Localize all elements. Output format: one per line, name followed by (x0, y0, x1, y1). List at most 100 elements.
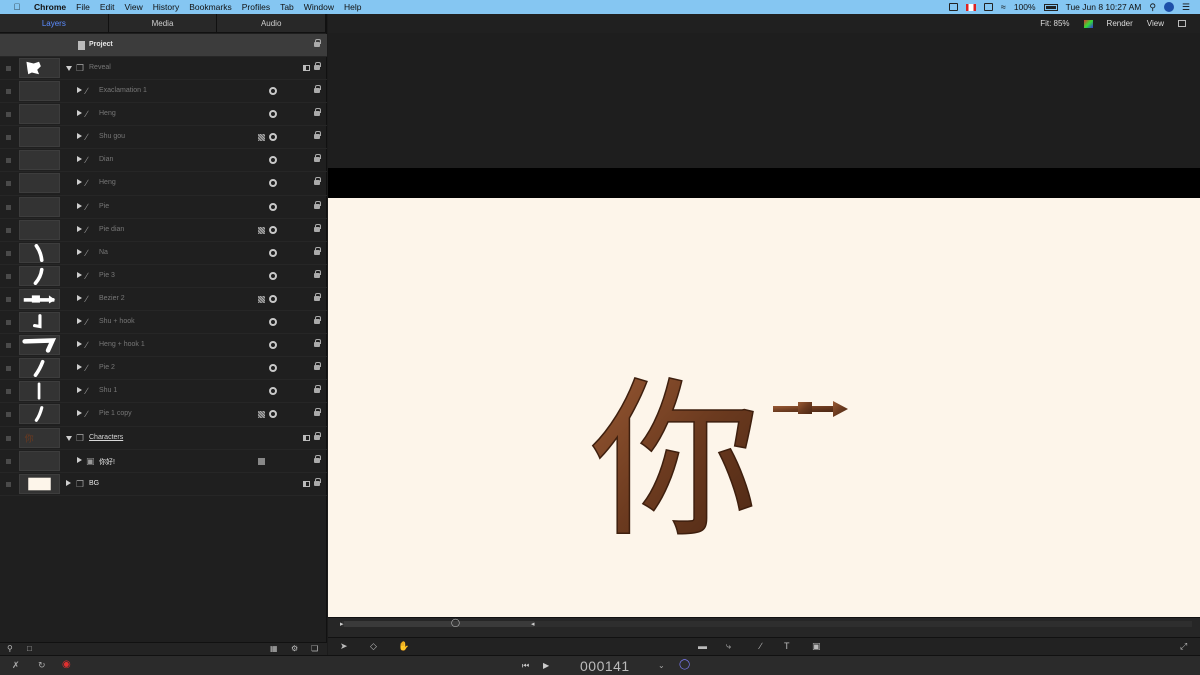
input-source-icon[interactable] (965, 3, 976, 11)
clock[interactable]: Tue Jun 8 10:27 AM (1066, 2, 1142, 12)
lock-icon[interactable] (314, 362, 321, 371)
disclosure-triangle-icon[interactable] (77, 110, 82, 117)
visibility-checkbox[interactable] (6, 66, 11, 71)
layer-row[interactable]: ∕ Pie dian (0, 219, 327, 242)
mask-icon[interactable] (258, 134, 265, 142)
disclosure-triangle-icon[interactable] (77, 387, 82, 394)
visibility-checkbox[interactable] (6, 250, 11, 256)
menu-tab[interactable]: Tab (280, 2, 294, 12)
apple-icon[interactable]:  (10, 2, 24, 12)
channels-icon[interactable] (1083, 19, 1093, 28)
tab-layers[interactable]: Layers (0, 14, 109, 32)
layer-row[interactable]: ∕ Shu + hook (0, 311, 327, 335)
select-tool-icon[interactable]: ➤ (340, 641, 348, 652)
layer-row-characters[interactable]: 你 ❐ Characters (0, 427, 327, 450)
layer-row[interactable]: ∕ Pie 1 copy (0, 403, 327, 427)
lock-icon[interactable] (314, 85, 321, 94)
menu-profiles[interactable]: Profiles (242, 2, 270, 12)
view-menu[interactable]: View (1147, 19, 1164, 28)
visibility-checkbox[interactable] (6, 481, 11, 487)
gear-icon[interactable] (269, 341, 277, 350)
visibility-checkbox[interactable] (6, 204, 11, 210)
layer-row[interactable]: ∕ Exaclamation 1 (0, 80, 327, 104)
transform-tool-icon[interactable]: ◇ (370, 641, 377, 652)
record-icon[interactable]: ◉ (62, 659, 71, 670)
visibility-checkbox[interactable] (6, 343, 11, 349)
disclosure-triangle-icon[interactable] (77, 341, 82, 348)
layers-stack-icon[interactable]: ❏ (311, 644, 318, 653)
visibility-checkbox[interactable] (6, 320, 11, 326)
battery-icon[interactable] (1043, 3, 1058, 11)
lock-icon[interactable] (314, 316, 321, 325)
lock-icon[interactable] (314, 39, 321, 47)
canvas[interactable]: 你 (328, 198, 1200, 617)
disclosure-triangle-icon[interactable] (77, 456, 82, 463)
disclosure-triangle-icon[interactable] (77, 225, 82, 232)
mask-icon[interactable] (258, 295, 265, 303)
lock-icon[interactable] (314, 339, 321, 348)
wifi-icon[interactable]: ≈ (1001, 2, 1006, 12)
layer-row[interactable]: ∕ Pie (0, 196, 327, 219)
menu-help[interactable]: Help (344, 2, 361, 12)
fit-zoom-menu[interactable]: Fit: 85% (1040, 19, 1069, 28)
screen-icon[interactable] (948, 3, 958, 11)
disclosure-triangle-icon[interactable] (77, 133, 82, 140)
mask-icon[interactable] (258, 411, 265, 419)
disclosure-triangle-icon[interactable] (66, 479, 71, 486)
menu-history[interactable]: History (153, 2, 179, 12)
fullscreen-icon[interactable]: ⤢ (1180, 641, 1187, 652)
tab-audio[interactable]: Audio (217, 14, 327, 32)
disclosure-triangle-icon[interactable] (77, 294, 82, 301)
layer-row[interactable]: ∕ Shu 1 (0, 380, 327, 404)
lock-icon[interactable] (314, 408, 321, 417)
gear-icon[interactable] (269, 202, 277, 211)
go-to-start-icon[interactable]: ⏮ (522, 661, 529, 671)
visibility-checkbox[interactable] (6, 366, 11, 372)
lock-icon[interactable] (314, 200, 321, 209)
play-range[interactable] (344, 621, 534, 627)
gear-icon[interactable]: ⚙ (291, 644, 298, 653)
menu-edit[interactable]: Edit (100, 2, 115, 12)
menu-file[interactable]: File (76, 2, 90, 12)
layer-row-reveal[interactable]: ❐ Reveal (0, 57, 327, 81)
layout-icon[interactable] (1178, 20, 1186, 27)
disclosure-triangle-icon[interactable] (77, 248, 82, 255)
gear-icon[interactable] (269, 179, 277, 188)
gear-icon[interactable] (269, 387, 277, 396)
lock-icon[interactable] (314, 454, 321, 463)
visibility-checkbox[interactable] (6, 158, 11, 164)
mask-tool-icon[interactable]: ▣ (812, 641, 821, 652)
disclosure-triangle-icon[interactable] (77, 87, 82, 94)
gear-icon[interactable] (269, 294, 277, 303)
character-glyph[interactable]: 你 (589, 362, 761, 562)
gear-icon[interactable] (269, 110, 277, 119)
visibility-checkbox[interactable] (6, 389, 11, 395)
paint-stroke-icon[interactable]: ∕ (760, 641, 762, 651)
visibility-checkbox[interactable] (6, 135, 11, 141)
layer-row[interactable]: ∕ Heng + hook 1 (0, 334, 327, 358)
menu-app-name[interactable]: Chrome (34, 2, 66, 12)
pan-tool-icon[interactable]: ✋ (398, 641, 409, 652)
visibility-checkbox[interactable] (6, 412, 11, 418)
spotlight-icon[interactable]: ⚲ (1149, 2, 1156, 13)
mute-icon[interactable]: ✗ (12, 660, 20, 671)
grid-icon[interactable]: ▦ (270, 644, 278, 653)
lock-icon[interactable] (314, 62, 321, 70)
visibility-checkbox[interactable] (6, 273, 11, 279)
play-range-end-icon[interactable]: ◂ (531, 620, 535, 628)
layer-row-project[interactable]: Project (0, 34, 327, 57)
mini-timeline[interactable]: ▸ ◯ ◂ (328, 617, 1200, 637)
menu-view[interactable]: View (124, 2, 142, 12)
visibility-checkbox[interactable] (6, 227, 11, 233)
screen-mirror-icon[interactable] (983, 3, 993, 11)
bezier-tool-icon[interactable]: ⤷ (726, 641, 731, 652)
visibility-checkbox[interactable] (6, 296, 11, 302)
layer-row[interactable]: ∕ Dian (0, 149, 327, 173)
tab-media[interactable]: Media (109, 14, 218, 32)
layer-row[interactable]: ∕ Heng (0, 172, 327, 196)
material-icon[interactable] (258, 457, 265, 465)
shape-tool-icon[interactable]: ▬ (698, 641, 707, 651)
gear-icon[interactable] (269, 133, 277, 142)
user-avatar-icon[interactable] (1163, 2, 1174, 12)
disclosure-triangle-icon[interactable] (77, 179, 82, 186)
